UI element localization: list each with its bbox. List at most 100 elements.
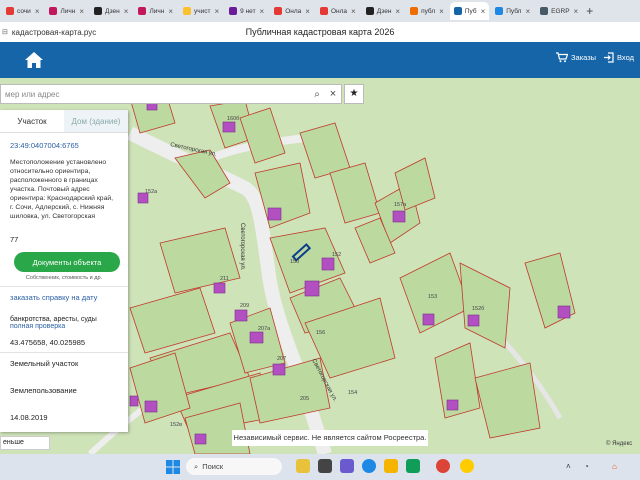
tab-label: Онла (285, 7, 302, 15)
divider (0, 286, 128, 287)
new-tab-button[interactable]: + (586, 4, 593, 18)
tab-close-icon[interactable]: × (351, 7, 356, 16)
building[interactable] (129, 395, 139, 407)
browser-tab[interactable]: Пуб × (449, 2, 490, 20)
tab-label: Пуб (464, 7, 477, 15)
registration-date: 14.08.2019 (10, 413, 48, 422)
browser-tab[interactable]: Личн × (45, 2, 88, 20)
browser-tab[interactable]: публ × (406, 2, 448, 20)
tab-close-icon[interactable]: × (439, 7, 444, 16)
building[interactable] (234, 309, 248, 322)
tab-label: Личн (60, 7, 76, 15)
bankruptcy-text: банкротства, аресты, суды (10, 316, 97, 323)
browser-tab[interactable]: учист × (179, 2, 223, 20)
page-title: Публичная кадастровая карта 2026 (245, 27, 395, 37)
tab-label: учист (193, 7, 211, 15)
tab-close-icon[interactable]: × (481, 7, 486, 16)
plot-number: 152в (170, 422, 182, 428)
file-explorer-icon[interactable] (384, 459, 398, 473)
tab-close-icon[interactable]: × (525, 7, 530, 16)
tab-label: Дзен (105, 7, 120, 15)
parcel[interactable] (399, 252, 471, 334)
parcel[interactable] (329, 162, 381, 224)
network-icon[interactable]: ◔ (584, 462, 589, 471)
tab-label: Онла (330, 7, 348, 15)
building[interactable] (272, 363, 286, 376)
building[interactable] (213, 282, 226, 294)
divider (0, 352, 128, 353)
building[interactable] (321, 257, 335, 271)
building[interactable] (422, 313, 435, 326)
full-check-link[interactable]: полная проверка (10, 323, 118, 330)
browser-tab[interactable]: EGRP × (536, 2, 582, 20)
browser-tab[interactable]: Дзен × (90, 2, 132, 20)
cadastral-number[interactable]: 23:49:0407004:6765 (10, 141, 118, 150)
yandex-browser-icon[interactable] (460, 459, 474, 473)
building[interactable] (222, 121, 236, 133)
tab-close-icon[interactable]: × (574, 7, 579, 16)
address-bar[interactable]: ⊟ кадастровая-карта.рус Публичная кадаст… (0, 22, 640, 43)
parcel[interactable] (239, 107, 286, 164)
parcel[interactable] (159, 227, 241, 294)
search-icon[interactable]: ⌕ (309, 89, 325, 100)
order-certificate-link[interactable]: заказать справку на дату (10, 293, 118, 302)
search-input[interactable]: мер или адрес (5, 90, 309, 99)
tab-close-icon[interactable]: × (79, 7, 84, 16)
browser-tab[interactable]: сочи × (2, 2, 43, 20)
parcel[interactable] (459, 262, 511, 349)
building[interactable] (267, 207, 282, 221)
windows-start-icon[interactable] (166, 460, 180, 474)
browser-tab[interactable]: Личн × (134, 2, 177, 20)
building[interactable] (392, 210, 406, 223)
tab-building[interactable]: Дом (здание) (64, 110, 128, 132)
area-value: 77 (10, 235, 19, 244)
chrome-browser-icon[interactable] (436, 459, 450, 473)
tab-favicon-icon (319, 7, 328, 15)
tab-label: Личн (149, 7, 165, 15)
tab-close-icon[interactable]: × (124, 7, 129, 16)
collapse-button[interactable]: еньше (0, 436, 50, 450)
tab-close-icon[interactable]: × (214, 7, 219, 16)
object-documents-button[interactable]: Документы объекта (14, 252, 120, 272)
browser-tab[interactable]: 9 нет × (225, 2, 268, 20)
documents-subtitle: Собственник, стоимость и др. (25, 275, 103, 281)
task-view-icon[interactable] (318, 459, 332, 473)
building[interactable] (144, 400, 158, 413)
building[interactable] (194, 433, 207, 445)
taskbar-search[interactable]: ⌕ Поиск (186, 458, 282, 475)
home-icon[interactable] (24, 51, 44, 69)
tab-close-icon[interactable]: × (35, 7, 40, 16)
widgets-app-icon[interactable] (296, 459, 310, 473)
favorite-star-button[interactable]: ★ (344, 84, 364, 104)
tab-close-icon[interactable]: × (260, 7, 265, 16)
browser-tab[interactable]: Дзен × (362, 2, 404, 20)
home-shortcut-icon[interactable]: ⌂ (612, 462, 617, 471)
orders-button[interactable]: Заказы (556, 52, 596, 63)
building[interactable] (467, 314, 480, 327)
login-button[interactable]: Вход (604, 52, 634, 63)
building[interactable] (557, 305, 571, 319)
tray-up-icon[interactable]: ˄ (566, 462, 571, 471)
tab-close-icon[interactable]: × (305, 7, 310, 16)
tab-favicon-icon (94, 7, 103, 15)
building[interactable] (304, 280, 320, 297)
close-icon[interactable]: × (325, 88, 341, 100)
tab-close-icon[interactable]: × (168, 7, 173, 16)
building[interactable] (249, 331, 264, 344)
building[interactable] (446, 399, 459, 411)
edge-browser-icon[interactable] (362, 459, 376, 473)
chat-app-icon[interactable] (340, 459, 354, 473)
store-app-icon[interactable] (406, 459, 420, 473)
tab-close-icon[interactable]: × (395, 7, 400, 16)
coordinates: 43.475658, 40.025985 (10, 338, 86, 347)
tab-label: публ (421, 7, 436, 15)
browser-tab[interactable]: Публ × (491, 2, 534, 20)
tab-favicon-icon (495, 7, 504, 15)
browser-tab[interactable]: Онла × (316, 2, 360, 20)
tab-favicon-icon (182, 7, 191, 15)
search-box[interactable]: мер или адрес ⌕ × (0, 84, 342, 104)
parcel[interactable] (474, 362, 541, 439)
tab-plot[interactable]: Участок (0, 110, 64, 132)
plot-number: 207 (277, 356, 286, 362)
browser-tab[interactable]: Онла × (270, 2, 314, 20)
